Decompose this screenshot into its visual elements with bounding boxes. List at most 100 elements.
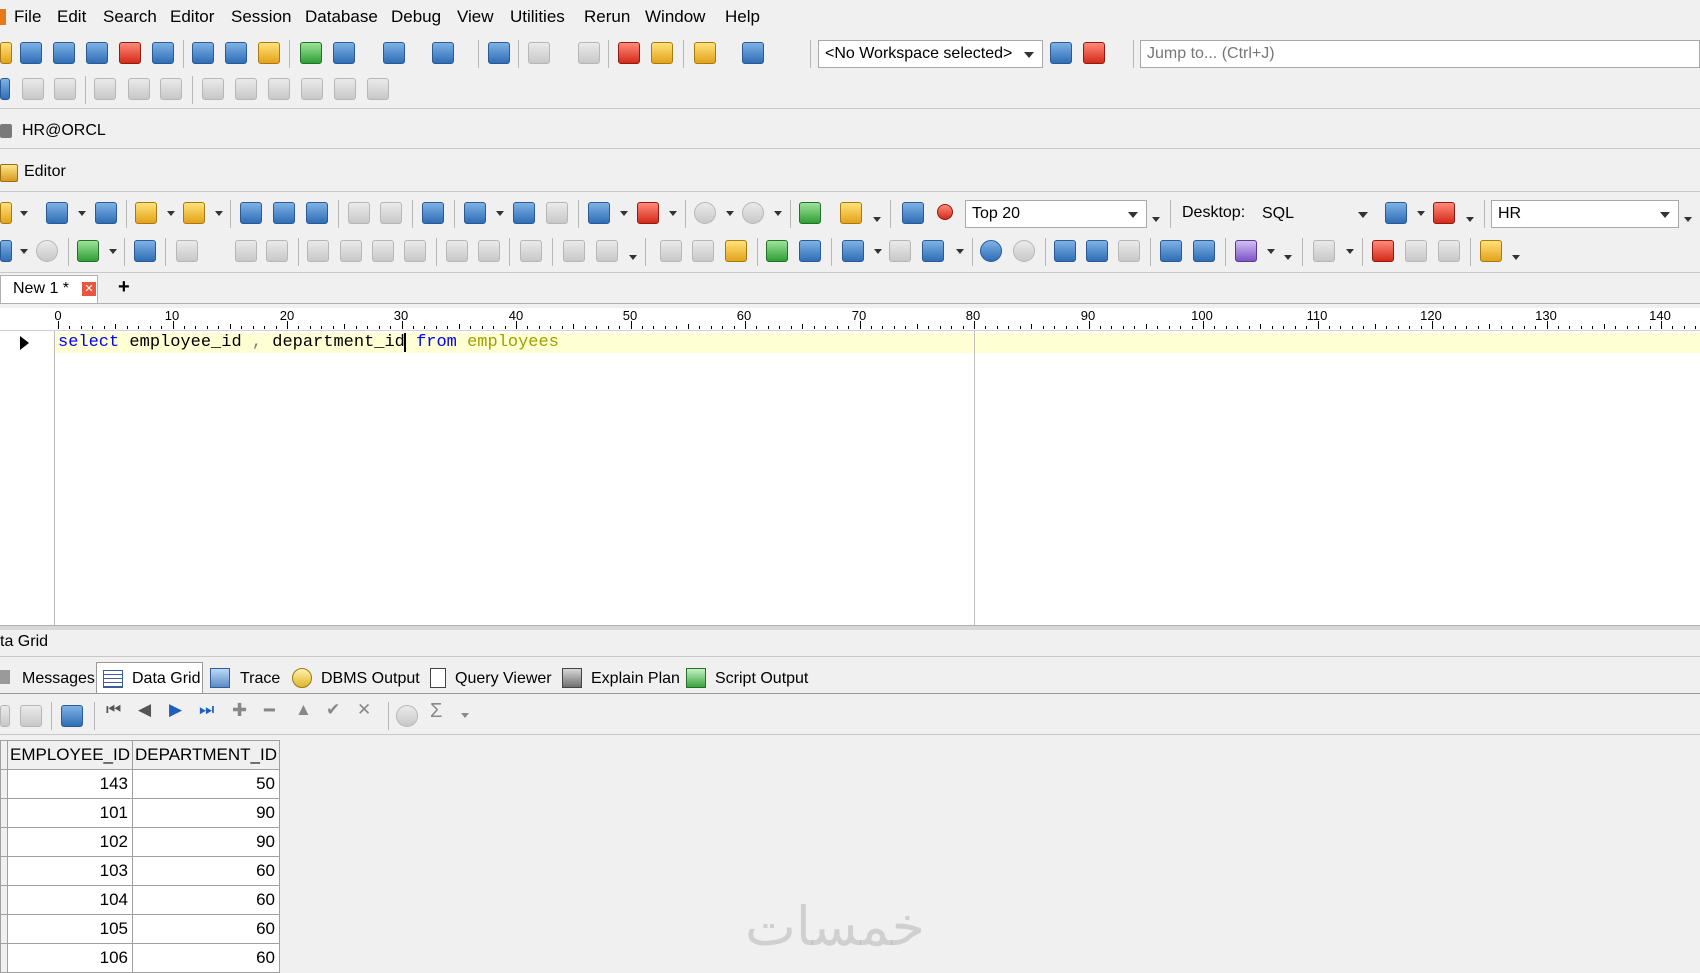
- print-icon[interactable]: [422, 202, 444, 224]
- open-folder-icon[interactable]: [135, 202, 157, 224]
- dropdown-arrow-icon[interactable]: [669, 211, 677, 216]
- workspace-close-icon[interactable]: [1083, 42, 1105, 64]
- menu-help[interactable]: Help: [725, 7, 760, 27]
- check-list-icon[interactable]: [766, 240, 788, 262]
- tab-script-output[interactable]: Script Output: [715, 670, 808, 688]
- cell-department-id[interactable]: 90: [131, 798, 281, 828]
- menu-edit[interactable]: Edit: [57, 7, 86, 27]
- table-row[interactable]: 105 60: [0, 914, 281, 944]
- splitter[interactable]: [0, 625, 1700, 630]
- save-icon[interactable]: [240, 202, 262, 224]
- dropdown-arrow-icon[interactable]: [620, 211, 628, 216]
- spark-icon[interactable]: [694, 42, 716, 64]
- top-rows-select[interactable]: Top 20: [965, 200, 1147, 228]
- overflow-arrow-icon[interactable]: [1284, 255, 1292, 260]
- plsql-icon[interactable]: [840, 202, 862, 224]
- cell-department-id[interactable]: 60: [131, 914, 281, 944]
- dropdown-arrow-icon[interactable]: [1267, 249, 1275, 254]
- desktop-save-icon[interactable]: [1385, 202, 1407, 224]
- monitor-icon[interactable]: [225, 42, 247, 64]
- save-all-icon[interactable]: [306, 202, 328, 224]
- cell-department-id[interactable]: 50: [131, 769, 281, 799]
- outdent-icon[interactable]: [1193, 240, 1215, 262]
- overflow-arrow-icon[interactable]: [1512, 255, 1520, 260]
- tab-explain-plan[interactable]: Explain Plan: [591, 670, 680, 688]
- data-grid[interactable]: EMPLOYEE_ID DEPARTMENT_ID 143 50 101 90 102 9…: [0, 740, 281, 973]
- lightning-icon[interactable]: [258, 42, 280, 64]
- toolbar-icon[interactable]: [0, 240, 12, 262]
- prev-record-icon[interactable]: ◀: [138, 700, 151, 720]
- schema-browser-icon[interactable]: [20, 42, 42, 64]
- desktop-select[interactable]: SQL: [1255, 200, 1377, 228]
- dropdown-arrow-icon[interactable]: [215, 211, 223, 216]
- dropdown-arrow-icon[interactable]: [78, 211, 86, 216]
- layout-icon[interactable]: [383, 42, 405, 64]
- replace-icon[interactable]: [922, 240, 944, 262]
- row-indicator[interactable]: [0, 827, 8, 857]
- plsql-debug-icon[interactable]: [528, 42, 550, 64]
- search-icon[interactable]: [937, 204, 953, 220]
- cell-employee-id[interactable]: 106: [7, 943, 133, 973]
- lowercase-icon[interactable]: [1086, 240, 1108, 262]
- table-row[interactable]: 103 60: [0, 856, 281, 886]
- desktop-delete-icon[interactable]: [1433, 202, 1455, 224]
- sql-file-icon[interactable]: [46, 202, 68, 224]
- cross-tools-icon[interactable]: [742, 42, 764, 64]
- schema-select[interactable]: HR: [1491, 200, 1679, 228]
- table-row[interactable]: 143 50: [0, 769, 281, 799]
- dropdown-arrow-icon[interactable]: [20, 249, 28, 254]
- new-icon[interactable]: [0, 202, 12, 224]
- indent-icon[interactable]: [1160, 240, 1182, 262]
- bucket-icon[interactable]: [1235, 240, 1257, 262]
- dropdown-arrow-icon[interactable]: [956, 249, 964, 254]
- toolbar-icon[interactable]: [0, 78, 10, 100]
- close-file-icon[interactable]: [95, 202, 117, 224]
- refresh-icon[interactable]: [902, 202, 924, 224]
- dropdown-arrow-icon[interactable]: [1417, 211, 1425, 216]
- sql-editor[interactable]: select employee_id , department_id from …: [0, 331, 1700, 625]
- menu-view[interactable]: View: [457, 7, 494, 27]
- cell-department-id[interactable]: 60: [131, 856, 281, 886]
- add-tab-button[interactable]: +: [118, 276, 130, 299]
- overflow-arrow-icon[interactable]: [1152, 217, 1160, 222]
- next-record-icon[interactable]: ▶: [169, 700, 182, 720]
- first-record-icon[interactable]: ⏮: [106, 700, 121, 720]
- table-row[interactable]: 104 60: [0, 885, 281, 915]
- uppercase-icon[interactable]: [1054, 240, 1076, 262]
- menu-debug[interactable]: Debug: [391, 7, 441, 27]
- script-icon[interactable]: [134, 240, 156, 262]
- row-indicator[interactable]: [0, 798, 8, 828]
- table-row[interactable]: 101 90: [0, 798, 281, 828]
- sql-explain-icon[interactable]: [799, 202, 821, 224]
- overflow-arrow-icon[interactable]: [1466, 217, 1474, 222]
- cell-employee-id[interactable]: 101: [7, 798, 133, 828]
- dropdown-arrow-icon[interactable]: [496, 211, 504, 216]
- row-indicator[interactable]: [0, 914, 8, 944]
- row-indicator[interactable]: [0, 943, 8, 973]
- grid-add-icon[interactable]: [588, 202, 610, 224]
- menu-utilities[interactable]: Utilities: [510, 7, 565, 27]
- row-indicator[interactable]: [0, 769, 8, 799]
- tab-messages[interactable]: Messages: [22, 670, 95, 688]
- dropdown-arrow-icon[interactable]: [874, 249, 882, 254]
- window-icon[interactable]: [152, 42, 174, 64]
- cell-employee-id[interactable]: 102: [7, 827, 133, 857]
- calendar-icon[interactable]: [488, 42, 510, 64]
- dropdown-arrow-icon[interactable]: [109, 249, 117, 254]
- grid-remove-icon[interactable]: [637, 202, 659, 224]
- sql-modeler-icon[interactable]: [119, 42, 141, 64]
- export-grid-icon[interactable]: [61, 705, 83, 727]
- tab-dbms-output[interactable]: DBMS Output: [321, 670, 420, 688]
- tab-query-viewer[interactable]: Query Viewer: [455, 670, 552, 688]
- paste-icon[interactable]: [725, 240, 747, 262]
- compare-icon[interactable]: [432, 42, 454, 64]
- cell-employee-id[interactable]: 143: [7, 769, 133, 799]
- row-indicator-header[interactable]: [0, 740, 8, 770]
- menu-session[interactable]: Session: [231, 7, 291, 27]
- doc-tab-new1[interactable]: New 1 * ✕: [0, 275, 98, 303]
- menu-window[interactable]: Window: [645, 7, 705, 27]
- column-header-department-id[interactable]: DEPARTMENT_ID: [131, 740, 281, 770]
- row-indicator[interactable]: [0, 885, 8, 915]
- jump-to-input[interactable]: Jump to... (Ctrl+J): [1140, 40, 1700, 68]
- cell-employee-id[interactable]: 105: [7, 914, 133, 944]
